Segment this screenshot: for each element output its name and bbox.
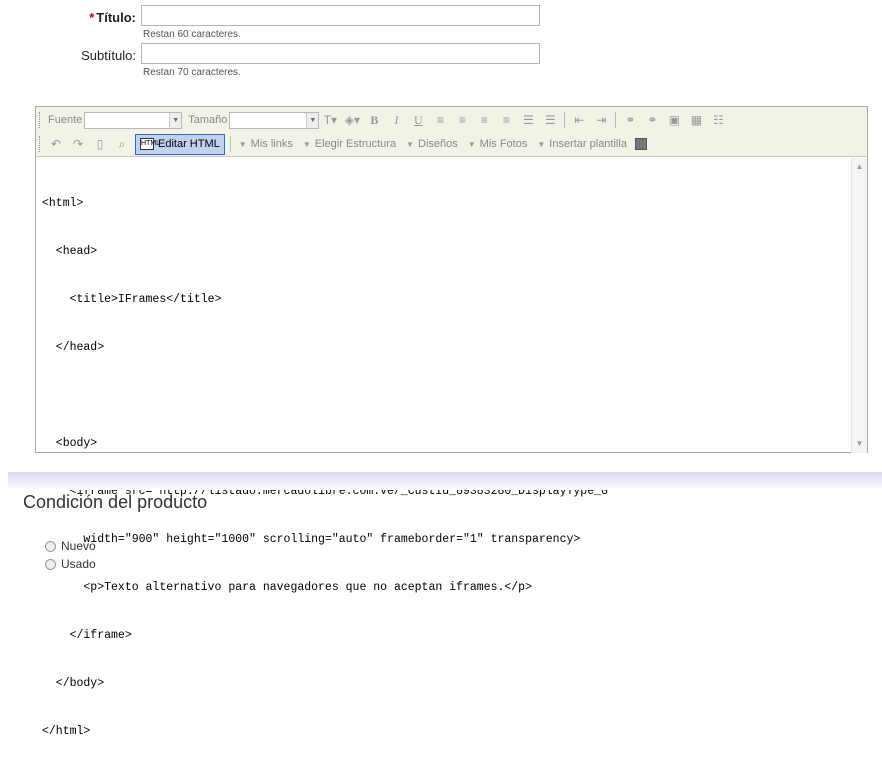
- subtitle-label: Subtítulo:: [81, 48, 136, 63]
- editor-toolbar: Fuente ▼ Tamaño ▼ T▾ ◈▾ B I U ≡ ≡ ≡ ≡ ☰ …: [36, 107, 867, 157]
- condition-option-usado[interactable]: Usado: [45, 557, 96, 571]
- menu-insertar-plantilla[interactable]: ▼ Insertar plantilla: [537, 138, 627, 150]
- required-mark: *: [89, 10, 95, 25]
- code-line: </iframe>: [42, 629, 132, 642]
- menu-label: Diseños: [418, 138, 458, 150]
- outdent-icon[interactable]: ⇤: [569, 111, 589, 129]
- image-icon[interactable]: ▣: [664, 111, 684, 129]
- numbered-list-icon[interactable]: ☰: [518, 111, 538, 129]
- title-char-hint: Restan 60 caracteres.: [143, 29, 241, 40]
- chevron-down-icon: ▼: [537, 139, 546, 149]
- edit-html-label: Editar HTML: [158, 138, 220, 150]
- menu-mis-links[interactable]: ▼ Mis links: [239, 138, 293, 150]
- title-input[interactable]: [141, 5, 540, 26]
- scroll-up-icon[interactable]: ▲: [852, 160, 867, 174]
- menu-label: Insertar plantilla: [549, 138, 627, 150]
- indent-icon[interactable]: ⇥: [591, 111, 611, 129]
- redo-icon[interactable]: ↷: [68, 135, 88, 153]
- chevron-down-icon: ▼: [238, 139, 247, 149]
- editor-scrollbar[interactable]: ▲ ▼: [851, 158, 867, 453]
- code-line: </head>: [42, 341, 105, 354]
- underline-button[interactable]: U: [408, 111, 428, 129]
- toolbar-separator: [229, 136, 231, 152]
- menu-elegir-estructura[interactable]: ▼ Elegir Estructura: [303, 138, 396, 150]
- toolbar-grip: [39, 112, 42, 128]
- menu-label: Mis Fotos: [479, 138, 528, 150]
- italic-button[interactable]: I: [386, 111, 406, 129]
- code-line: </html>: [42, 725, 91, 738]
- code-line: </body>: [42, 677, 105, 690]
- toolbar-row-actions: ↶ ↷ ▯ ⌕ HTML Editar HTML ▼ Mis links ▼ Ele…: [36, 132, 647, 156]
- horizontal-rule-icon[interactable]: ☷: [708, 111, 728, 129]
- align-center-icon[interactable]: ≡: [452, 111, 472, 129]
- condition-section-title: Condición del producto: [23, 492, 208, 512]
- rich-text-editor: Fuente ▼ Tamaño ▼ T▾ ◈▾ B I U ≡ ≡ ≡ ≡ ☰ …: [35, 106, 868, 738]
- chevron-down-icon: ▼: [467, 139, 476, 149]
- menu-mis-fotos[interactable]: ▼ Mis Fotos: [468, 138, 528, 150]
- font-select[interactable]: ▼: [84, 111, 183, 129]
- radio-label: Nuevo: [61, 539, 96, 553]
- title-label-text: Título:: [96, 10, 136, 25]
- edit-html-button[interactable]: HTML Editar HTML: [135, 133, 225, 155]
- html-source-editor[interactable]: <html> <head> <title>IFrames</title> </h…: [42, 164, 615, 772]
- save-icon[interactable]: [634, 138, 647, 150]
- code-line: <p>Texto alternativo para navegadores qu…: [42, 581, 532, 594]
- align-left-icon[interactable]: ≡: [430, 111, 450, 129]
- align-justify-icon[interactable]: ≡: [496, 111, 516, 129]
- toolbar-row-formatting: Fuente ▼ Tamaño ▼ T▾ ◈▾ B I U ≡ ≡ ≡ ≡ ☰ …: [36, 108, 729, 132]
- title-label: * Título:: [40, 10, 136, 25]
- size-select[interactable]: ▼: [229, 111, 320, 129]
- section-divider-band: [8, 472, 882, 490]
- bullet-list-icon[interactable]: ☰: [540, 111, 560, 129]
- code-line: <head>: [42, 245, 98, 258]
- code-line: <body>: [42, 437, 98, 450]
- code-line: <html>: [42, 197, 84, 210]
- chevron-down-icon: ▼: [169, 112, 182, 128]
- bold-button[interactable]: B: [364, 111, 384, 129]
- radio-button[interactable]: [45, 558, 56, 570]
- menu-disenos[interactable]: ▼ Diseños: [406, 138, 458, 150]
- toolbar-separator: [564, 112, 566, 128]
- subtitle-char-hint: Restan 70 caracteres.: [143, 67, 241, 78]
- table-icon[interactable]: ▦: [686, 111, 706, 129]
- html-source-icon: HTML: [140, 138, 160, 150]
- subtitle-input[interactable]: [141, 43, 540, 64]
- radio-button[interactable]: [45, 540, 56, 552]
- chevron-down-icon: ▼: [302, 139, 311, 149]
- chevron-down-icon: ▼: [306, 112, 319, 128]
- condition-option-nuevo[interactable]: Nuevo: [45, 539, 96, 553]
- text-color-icon[interactable]: T▾: [320, 111, 340, 129]
- chevron-down-icon: ▼: [406, 139, 414, 149]
- scroll-down-icon[interactable]: ▼: [852, 437, 867, 451]
- menu-label: Elegir Estructura: [314, 138, 397, 150]
- code-line: <title>IFrames</title>: [42, 293, 222, 306]
- align-right-icon[interactable]: ≡: [474, 111, 494, 129]
- preview-icon[interactable]: ⌕: [112, 135, 132, 153]
- code-line: width="900" height="1000" scrolling="aut…: [42, 533, 581, 546]
- toolbar-grip: [39, 136, 42, 152]
- undo-icon[interactable]: ↶: [46, 135, 66, 153]
- font-label: Fuente: [48, 114, 83, 126]
- toolbar-separator: [615, 112, 617, 128]
- radio-label: Usado: [61, 557, 96, 571]
- link-icon[interactable]: ⚭: [620, 111, 640, 129]
- size-label: Tamaño: [188, 114, 228, 126]
- new-document-icon[interactable]: ▯: [90, 135, 110, 153]
- unlink-icon[interactable]: ⚭: [642, 111, 662, 129]
- background-color-icon[interactable]: ◈▾: [342, 111, 362, 129]
- menu-label: Mis links: [250, 138, 293, 150]
